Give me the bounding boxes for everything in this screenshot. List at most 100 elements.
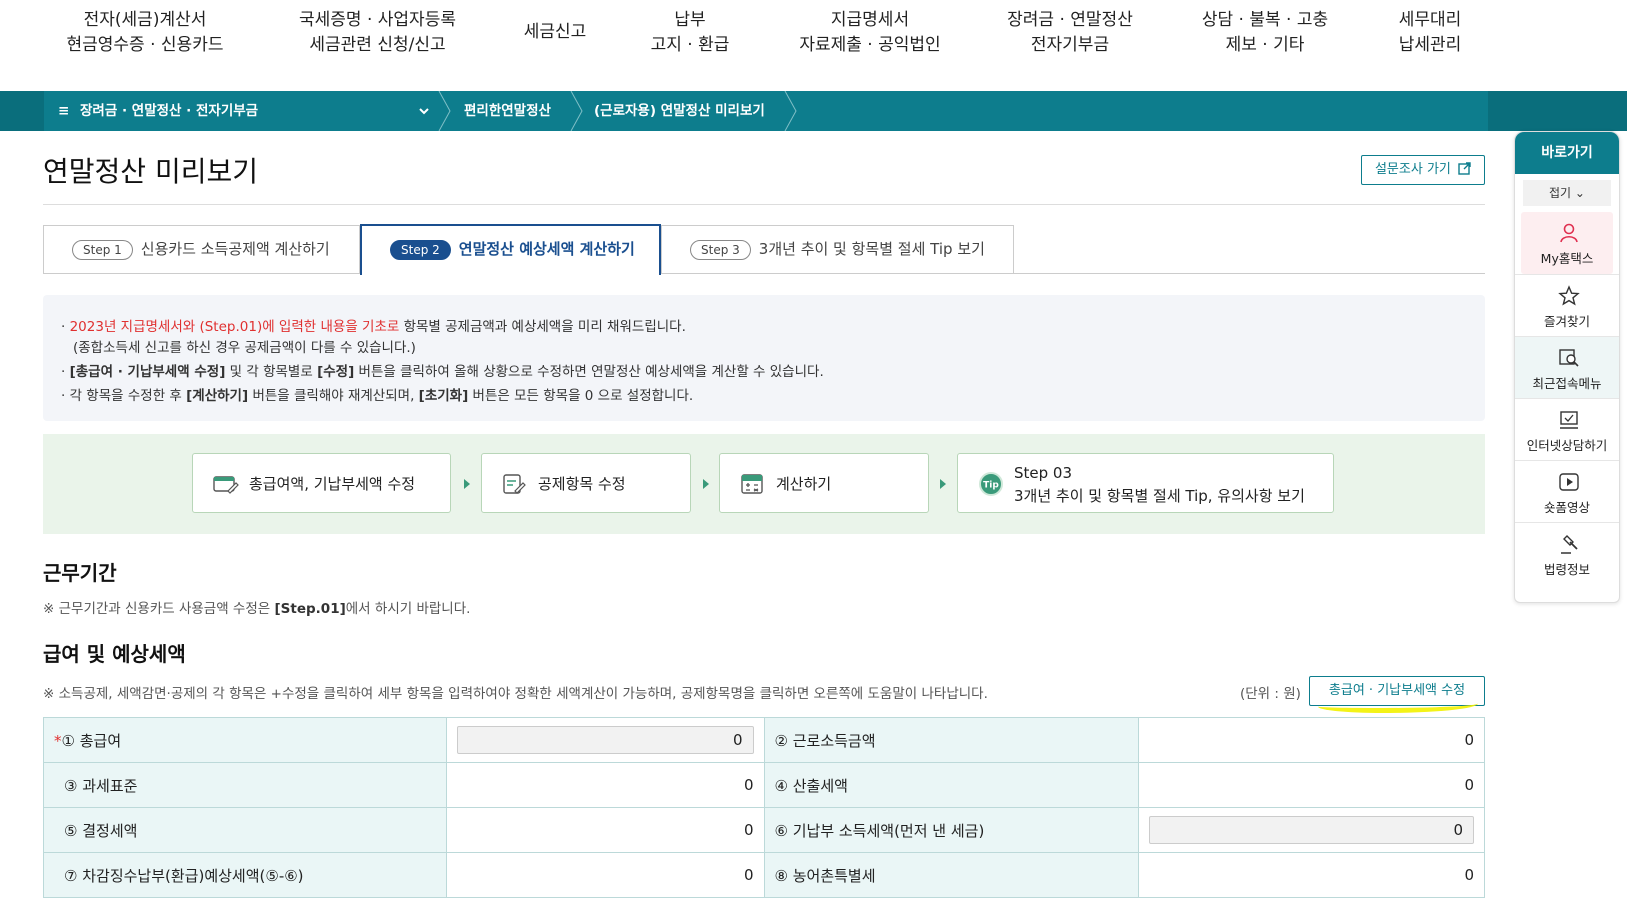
nav-item-e-invoice[interactable]: 전자(세금)계산서 현금영수증 · 신용카드 xyxy=(60,8,230,58)
flow-label: 계산하기 xyxy=(776,475,832,493)
quick-sidebar: 바로가기 접기 ⌄ My홈택스 즐겨찾기 최근접속메뉴 인터넷상담하기 숏폼영상… xyxy=(1514,131,1620,603)
salary-heading: 급여 및 예상세액 xyxy=(43,642,186,666)
info-highlight: 2023년 지급명세서와 (Step.01)에 입력한 내용을 기초로 xyxy=(69,319,400,335)
fold-label: 접기 xyxy=(1549,186,1572,200)
table-label[interactable]: ⑧ 농어촌특별세 xyxy=(763,852,1140,898)
breadcrumb-level2[interactable]: 편리한연말정산 xyxy=(464,91,551,131)
table-value: 0 xyxy=(1138,762,1485,808)
flow-arrow-icon xyxy=(464,479,470,489)
sidebar-item-online-consult[interactable]: 인터넷상담하기 xyxy=(1515,398,1619,460)
table-label[interactable]: ⑤ 결정세액 xyxy=(43,807,447,853)
table-label[interactable]: ⑦ 차감징수납부(환급)예상세액(⑤-⑥) xyxy=(43,852,447,898)
page-title: 연말정산 미리보기 xyxy=(43,155,258,188)
nav-item-statement[interactable]: 지급명세서 자료제출 · 공익법인 xyxy=(785,8,955,58)
flow-label: 총급여액, 기납부세액 수정 xyxy=(249,475,416,493)
nav-label: 제보 · 기타 xyxy=(1225,35,1305,55)
breadcrumb-bar-right xyxy=(1488,91,1627,131)
monitor-chat-icon xyxy=(1560,411,1578,429)
sidebar-item-favorites[interactable]: 즐겨찾기 xyxy=(1515,274,1619,336)
chevron-down-icon[interactable] xyxy=(418,105,430,117)
flow-calculate-button[interactable]: 계산하기 xyxy=(719,453,929,513)
note-bold: [Step.01] xyxy=(274,601,346,617)
flow-step3-button[interactable]: Tip Step 03 3개년 추이 및 항목별 절세 Tip, 유의사항 보기 xyxy=(957,453,1334,513)
table-row: ⑦ 차감징수납부(환급)예상세액(⑤-⑥) 0 ⑧ 농어촌특별세 0 xyxy=(43,852,1485,898)
tab-step1[interactable]: Step 1 신용카드 소득공제액 계산하기 xyxy=(43,225,360,274)
nav-item-consult[interactable]: 상담 · 불복 · 고충 제보 · 기타 xyxy=(1190,8,1340,58)
calculator-icon xyxy=(741,474,763,494)
survey-button[interactable]: 설문조사 가기 xyxy=(1361,155,1485,185)
table-value: 0 xyxy=(1138,852,1485,898)
tab-step3[interactable]: Step 3 3개년 추이 및 항목별 절세 Tip 보기 xyxy=(661,225,1014,274)
table-cell: 0 xyxy=(445,717,765,763)
nav-item-tax-report[interactable]: 세금신고 xyxy=(510,20,600,45)
recent-search-icon xyxy=(1559,349,1579,367)
nav-label: 세금관련 신청/신고 xyxy=(309,35,446,55)
info-line-2: (종합소득세 신고를 하신 경우 공제금액이 다를 수 있습니다.) xyxy=(73,340,416,356)
nav-item-agent[interactable]: 세무대리 납세관리 xyxy=(1385,8,1475,58)
note-text: ※ 근무기간과 신용카드 사용금액 수정은 xyxy=(43,601,275,617)
total-salary-field[interactable]: 0 xyxy=(456,726,754,754)
nav-item-year-end[interactable]: 장려금 · 연말정산 전자기부금 xyxy=(995,8,1145,58)
quick-sidebar-title: 바로가기 xyxy=(1515,132,1619,174)
unit-label: (단위 : 원) xyxy=(1240,686,1301,702)
breadcrumb-menu[interactable]: ≡ 장려금 · 연말정산 · 전자기부금 xyxy=(58,91,258,131)
info-text: 버튼을 클릭해야 재계산되며, xyxy=(248,388,419,404)
breadcrumb-separator xyxy=(570,91,583,131)
info-bold: [총급여 · 기납부세액 수정] xyxy=(69,364,226,380)
table-label[interactable]: ⑥ 기납부 소득세액(먼저 낸 세금) xyxy=(763,807,1140,853)
title-divider xyxy=(43,204,1485,205)
info-bold: [초기화] xyxy=(418,388,469,404)
table-row: ③ 과세표준 0 ④ 산출세액 0 xyxy=(43,762,1485,808)
info-text: 항목별 공제금액과 예상세액을 미리 채워드립니다. xyxy=(399,319,686,335)
label-text: ① 총급여 xyxy=(61,731,122,750)
prepaid-tax-field[interactable]: 0 xyxy=(1149,816,1474,844)
info-text: 버튼을 클릭하여 올해 상황으로 수정하면 연말정산 예상세액을 계산할 수 있… xyxy=(354,364,824,380)
table-label[interactable]: ② 근로소득금액 xyxy=(763,717,1140,763)
tip-icon: Tip xyxy=(979,472,1003,496)
breadcrumb-menu-label: 장려금 · 연말정산 · 전자기부금 xyxy=(80,103,259,119)
breadcrumb-separator xyxy=(438,91,451,131)
table-row: *① 총급여 0 ② 근로소득금액 0 xyxy=(43,717,1485,763)
sidebar-item-label: 인터넷상담하기 xyxy=(1526,438,1608,453)
fold-button[interactable]: 접기 ⌄ xyxy=(1523,180,1611,206)
chevron-down-icon: ⌄ xyxy=(1574,186,1585,200)
sidebar-item-law-info[interactable]: 법령정보 xyxy=(1515,522,1619,584)
flow-label: Step 03 xyxy=(1014,464,1073,482)
work-period-heading: 근무기간 xyxy=(43,561,117,585)
play-video-icon xyxy=(1559,473,1579,491)
info-bold: [수정] xyxy=(317,364,355,380)
table-cell: 0 xyxy=(1138,807,1485,853)
table-value: 0 xyxy=(445,762,765,808)
flow-edit-salary-button[interactable]: 총급여액, 기납부세액 수정 xyxy=(192,453,451,513)
table-label[interactable]: ③ 과세표준 xyxy=(43,762,447,808)
breadcrumb-level3[interactable]: (근로자용) 연말정산 미리보기 xyxy=(594,91,765,131)
info-line-3: · [총급여 · 기납부세액 수정] 및 각 항목별로 [수정] 버튼을 클릭하… xyxy=(61,364,824,380)
breadcrumb-bar-left xyxy=(0,91,44,131)
salary-note: ※ 소득공제, 세액감면·공제의 각 항목은 +수정을 클릭하여 세부 항목을 … xyxy=(43,686,988,702)
tab-label: 연말정산 예상세액 계산하기 xyxy=(458,240,635,258)
tab-step-badge: Step 1 xyxy=(72,239,133,260)
tab-step2[interactable]: Step 2 연말정산 예상세액 계산하기 xyxy=(360,224,661,275)
hamburger-icon: ≡ xyxy=(58,103,70,119)
sidebar-item-label: My홈택스 xyxy=(1540,251,1594,266)
wallet-edit-icon xyxy=(213,476,239,494)
sidebar-item-shorts-video[interactable]: 숏폼영상 xyxy=(1515,460,1619,522)
flow-edit-deductions-button[interactable]: 공제항목 수정 xyxy=(481,453,691,513)
sidebar-item-recent-menu[interactable]: 최근접속메뉴 xyxy=(1515,336,1619,398)
table-label[interactable]: *① 총급여 xyxy=(43,717,447,763)
required-mark: * xyxy=(54,731,62,750)
table-label[interactable]: ④ 산출세액 xyxy=(763,762,1140,808)
top-navigation: 전자(세금)계산서 현금영수증 · 신용카드 국세증명 · 사업자등록 세금관련 신… xyxy=(0,0,1627,91)
flow-label: 공제항목 수정 xyxy=(538,475,626,493)
nav-item-payment[interactable]: 납부 고지 · 환급 xyxy=(640,8,740,58)
nav-item-certificate[interactable]: 국세증명 · 사업자등록 세금관련 신청/신고 xyxy=(280,8,475,58)
table-value: 0 xyxy=(445,852,765,898)
sidebar-item-label: 숏폼영상 xyxy=(1543,500,1590,515)
table-value: 0 xyxy=(1138,717,1485,763)
document-edit-icon xyxy=(503,474,526,494)
sidebar-item-my-hometax[interactable]: My홈택스 xyxy=(1521,212,1613,274)
info-box: · 2023년 지급명세서와 (Step.01)에 입력한 내용을 기초로 항목… xyxy=(43,295,1485,421)
highlight-mark xyxy=(1318,697,1478,713)
nav-label: 고지 · 환급 xyxy=(650,35,730,55)
svg-text:Tip: Tip xyxy=(983,481,999,491)
